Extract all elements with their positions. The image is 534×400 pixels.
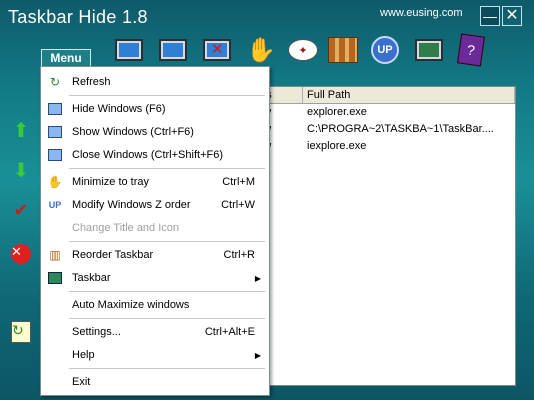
menu-item-change-title-icon: Change Title and Icon	[41, 217, 269, 239]
menu-button[interactable]: Menu	[41, 49, 91, 67]
menu-item-minimize-to-tray[interactable]: ✋ Minimize to tray Ctrl+M	[41, 171, 269, 193]
minimize-button[interactable]: —	[480, 6, 500, 26]
menu-item-label: Taskbar	[72, 272, 111, 284]
submenu-arrow-icon: ▶	[254, 350, 261, 360]
monitor-close-icon	[46, 146, 64, 164]
monitor-close-icon[interactable]	[200, 30, 234, 70]
submenu-arrow-icon: ▶	[254, 273, 261, 283]
menu-item-exit[interactable]: Exit	[41, 371, 269, 393]
close-button[interactable]: ✕	[502, 6, 522, 26]
process-list[interactable]: atus Full Path how explorer.exe how C:\P…	[246, 86, 516, 386]
menu-separator	[69, 291, 265, 292]
monitor-blue-icon[interactable]	[156, 30, 190, 70]
menu-item-label: Reorder Taskbar	[72, 249, 154, 261]
up-badge-icon[interactable]: UP	[368, 30, 402, 70]
row-path: C:\PROGRA~2\TASKBA~1\TaskBar....	[307, 123, 494, 135]
menu-item-taskbar[interactable]: Taskbar ▶	[41, 267, 269, 289]
menu-separator	[69, 368, 265, 369]
menu-item-label: Minimize to tray	[72, 176, 150, 188]
up-badge-icon: UP	[48, 200, 62, 210]
book-icon[interactable]: ?	[454, 30, 488, 70]
monitor-green-icon[interactable]	[412, 30, 446, 70]
menu-item-modify-z-order[interactable]: UP Modify Windows Z order Ctrl+W	[41, 194, 269, 216]
checkmark-icon[interactable]: ✔	[9, 198, 33, 222]
menu-item-settings[interactable]: Settings... Ctrl+Alt+E	[41, 321, 269, 343]
menu-item-label: Settings...	[72, 326, 121, 338]
menu-separator	[69, 241, 265, 242]
monitor-icon[interactable]	[112, 30, 146, 70]
table-row[interactable]: how iexplore.exe	[247, 138, 515, 155]
monitor-icon	[46, 123, 64, 141]
menu-item-label: Hide Windows (F6)	[72, 103, 166, 115]
menu-item-label: Auto Maximize windows	[72, 299, 190, 311]
books-icon: ▥	[49, 248, 61, 262]
menu-item-shortcut: Ctrl+Alt+E	[204, 326, 255, 338]
menu-item-close-windows[interactable]: Close Windows (Ctrl+Shift+F6)	[41, 144, 269, 166]
menu-item-refresh[interactable]: ↻ Refresh	[41, 71, 269, 93]
column-full-path[interactable]: Full Path	[303, 87, 515, 103]
table-row[interactable]: how C:\PROGRA~2\TASKBA~1\TaskBar....	[247, 121, 515, 138]
menu-item-shortcut: Ctrl+M	[222, 176, 255, 188]
table-row[interactable]: how explorer.exe	[247, 104, 515, 121]
books-icon[interactable]	[326, 30, 360, 70]
menu-separator	[69, 318, 265, 319]
window-title: Taskbar Hide 1.8	[8, 7, 148, 27]
row-path: explorer.exe	[307, 106, 367, 118]
menu-item-auto-maximize[interactable]: Auto Maximize windows	[41, 294, 269, 316]
menu-item-reorder-taskbar[interactable]: ▥ Reorder Taskbar Ctrl+R	[41, 244, 269, 266]
explore-user-icon: ✋	[47, 175, 63, 189]
menu-item-show-windows[interactable]: Show Windows (Ctrl+F6)	[41, 121, 269, 143]
menu-item-shortcut: Ctrl+R	[223, 249, 255, 261]
menu-item-label: Change Title and Icon	[72, 222, 180, 234]
menu-separator	[69, 168, 265, 169]
refresh-icon[interactable]: ↻	[9, 320, 33, 344]
menu-item-help[interactable]: Help ▶	[41, 344, 269, 366]
monitor-icon	[46, 100, 64, 118]
delete-icon[interactable]: ✕	[9, 242, 33, 266]
refresh-icon: ↻	[49, 75, 61, 89]
watermark: SnapFiles	[255, 285, 378, 312]
bubble-icon[interactable]: ✦	[286, 30, 320, 70]
menu-item-shortcut: Ctrl+W	[221, 199, 255, 211]
popup-menu: ↻ Refresh Hide Windows (F6) Show Windows…	[40, 66, 270, 396]
menu-item-label: Refresh	[72, 76, 111, 88]
list-header: atus Full Path	[247, 87, 515, 104]
menu-item-label: Show Windows (Ctrl+F6)	[72, 126, 194, 138]
menu-item-label: Help	[72, 349, 95, 361]
monitor-green-icon	[46, 269, 64, 287]
menu-item-label: Modify Windows Z order	[72, 199, 191, 211]
menu-item-hide-windows[interactable]: Hide Windows (F6)	[41, 98, 269, 120]
website-label[interactable]: www.eusing.com	[380, 7, 463, 19]
menu-item-label: Close Windows (Ctrl+Shift+F6)	[72, 149, 223, 161]
menu-item-label: Exit	[72, 376, 91, 388]
arrow-up-icon[interactable]: ⬆	[9, 118, 33, 142]
row-path: iexplore.exe	[307, 140, 367, 152]
arrow-down-icon[interactable]: ⬇	[9, 158, 33, 182]
explore-user-icon[interactable]: ✋	[244, 30, 278, 70]
menu-separator	[69, 95, 265, 96]
